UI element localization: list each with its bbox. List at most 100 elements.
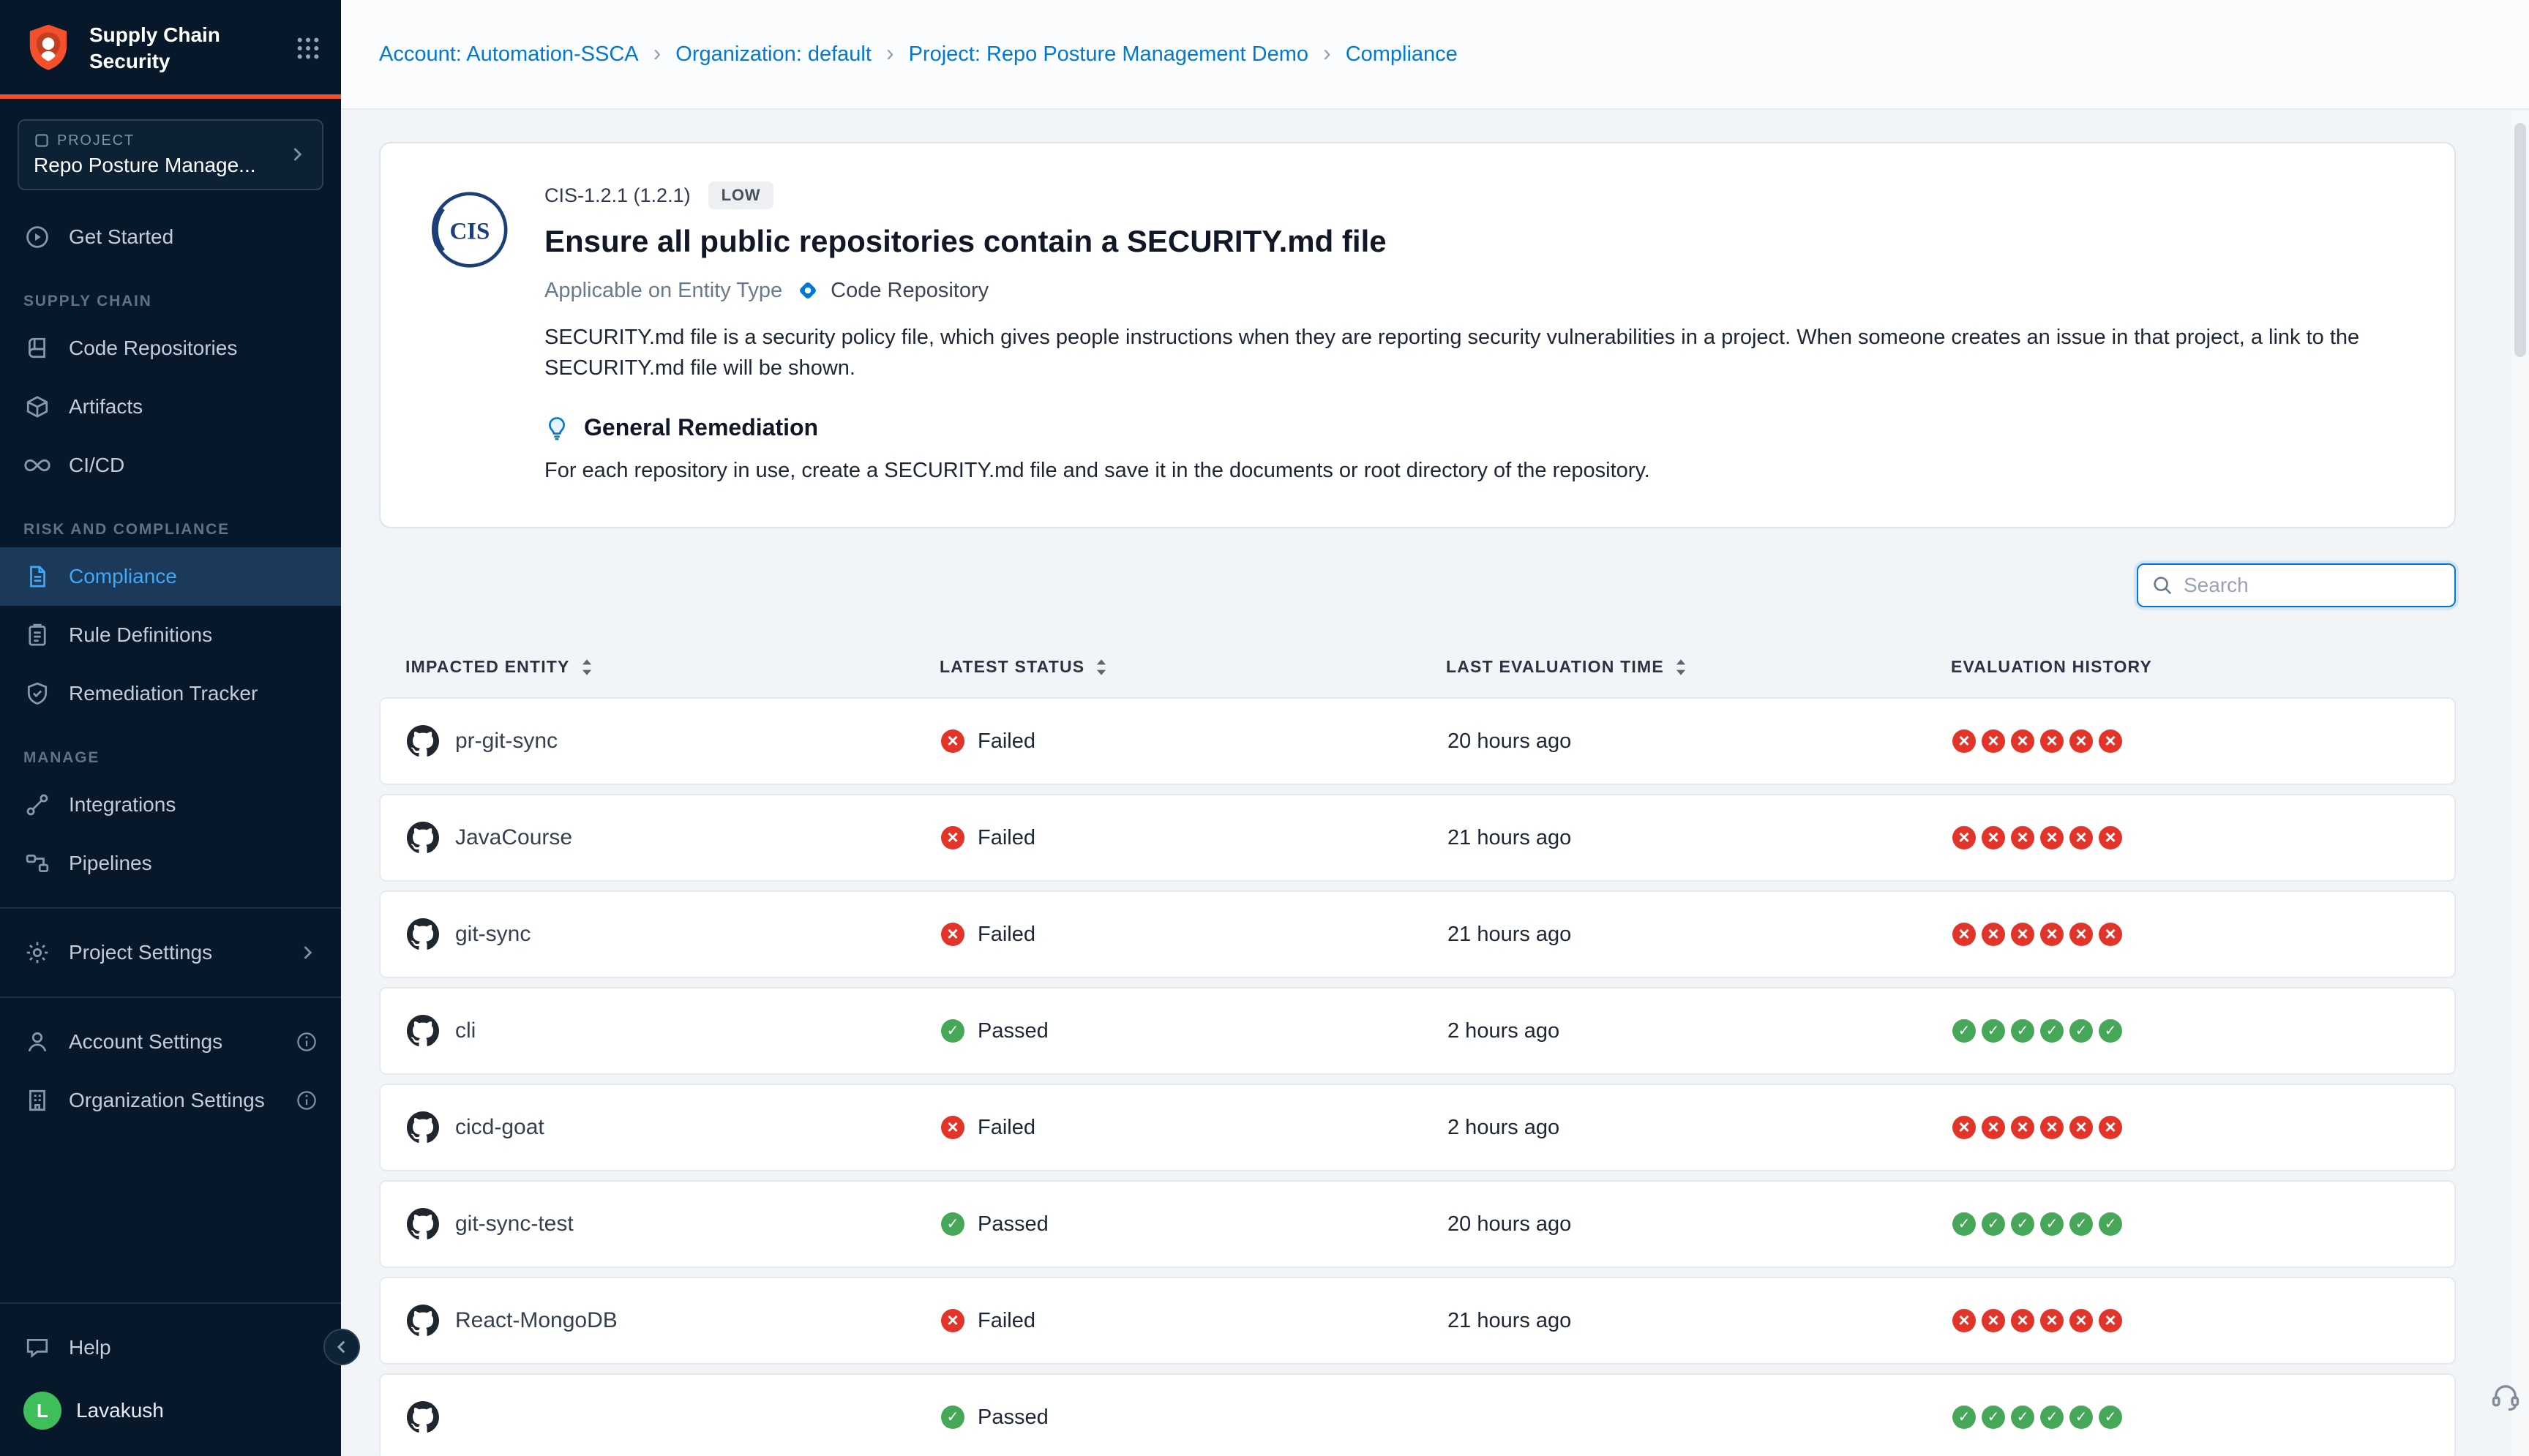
entity-cell[interactable]: cli bbox=[407, 1015, 941, 1047]
entity-cell[interactable]: cicd-goat bbox=[407, 1111, 941, 1144]
sort-icon[interactable] bbox=[580, 658, 593, 677]
module-switcher-icon[interactable] bbox=[296, 36, 321, 61]
sidebar-item-artifacts[interactable]: Artifacts bbox=[0, 378, 341, 436]
remediation-tracker-icon bbox=[23, 680, 51, 708]
entity-name: cicd-goat bbox=[455, 1115, 544, 1140]
fail-icon bbox=[2011, 1309, 2034, 1332]
column-header-last-evaluation-time[interactable]: LAST EVALUATION TIME bbox=[1446, 657, 1951, 677]
fail-icon bbox=[1952, 826, 1976, 849]
sidebar-item-label: Rule Definitions bbox=[69, 623, 212, 647]
evaluation-history bbox=[1952, 729, 2454, 753]
support-icon[interactable] bbox=[2489, 1380, 2522, 1418]
nav-section-supply-chain: SUPPLY CHAIN bbox=[23, 293, 318, 310]
sidebar-divider bbox=[0, 997, 341, 998]
nav-section-risk-and-compliance: RISK AND COMPLIANCE bbox=[23, 521, 318, 539]
fail-icon bbox=[2069, 923, 2093, 946]
pass-icon bbox=[2040, 1406, 2064, 1429]
entity-name: git-sync-test bbox=[455, 1212, 574, 1237]
entity-cell[interactable]: git-sync-test bbox=[407, 1208, 941, 1240]
breadcrumb-separator: › bbox=[1323, 41, 1331, 67]
sidebar-item-project-settings[interactable]: Project Settings bbox=[0, 923, 341, 982]
severity-badge: LOW bbox=[708, 181, 774, 209]
breadcrumb-separator: › bbox=[653, 41, 662, 67]
table-row[interactable]: JavaCourse Failed 21 hours ago bbox=[379, 794, 2456, 882]
sidebar-item-account-settings[interactable]: Account Settings bbox=[0, 1013, 341, 1071]
sort-icon[interactable] bbox=[1095, 658, 1108, 677]
app-title: Supply Chain Security bbox=[89, 22, 281, 75]
evaluation-time: 20 hours ago bbox=[1447, 1212, 1952, 1237]
project-info: PROJECT Repo Posture Manage... bbox=[34, 132, 287, 177]
evaluation-history bbox=[1952, 1019, 2454, 1043]
table-row[interactable]: git-sync Failed 21 hours ago bbox=[379, 890, 2456, 978]
breadcrumb-project[interactable]: Project: Repo Posture Management Demo bbox=[909, 42, 1308, 67]
fail-icon bbox=[2099, 1116, 2122, 1139]
sidebar-item-help[interactable]: Help bbox=[0, 1318, 341, 1377]
user-menu[interactable]: L Lavakush bbox=[0, 1377, 341, 1447]
evaluation-history bbox=[1952, 826, 2454, 849]
table-row[interactable]: React-MongoDB Failed 21 hours ago bbox=[379, 1277, 2456, 1365]
status-cell: Failed bbox=[941, 1116, 1447, 1140]
table-row[interactable]: cli Passed 2 hours ago bbox=[379, 987, 2456, 1075]
status-label: Failed bbox=[978, 729, 1035, 754]
sidebar-item-integrations[interactable]: Integrations bbox=[0, 776, 341, 834]
rule-description: SECURITY.md file is a security policy fi… bbox=[544, 322, 2410, 383]
info-icon[interactable] bbox=[296, 1031, 318, 1053]
status-icon bbox=[941, 826, 964, 849]
pass-icon bbox=[2040, 1019, 2064, 1043]
sidebar-item-label: Get Started bbox=[69, 225, 173, 249]
fail-icon bbox=[1982, 923, 2005, 946]
sidebar-item-compliance[interactable]: Compliance bbox=[0, 547, 341, 606]
table-row[interactable]: pr-git-sync Failed 20 hours ago bbox=[379, 697, 2456, 785]
sidebar: Supply Chain Security PROJECT Repo Postu… bbox=[0, 0, 341, 1456]
search-box[interactable] bbox=[2137, 563, 2456, 607]
entity-type-link[interactable]: Code Repository bbox=[795, 278, 989, 303]
page-content: CIS CIS-1.2.1 (1.2.1) LOW Ensure all pub… bbox=[341, 110, 2529, 1456]
sidebar-item-code-repositories[interactable]: Code Repositories bbox=[0, 319, 341, 378]
github-icon bbox=[407, 1015, 439, 1047]
pass-icon bbox=[2069, 1019, 2093, 1043]
table-row[interactable]: git-sync-test Passed 20 hours ago bbox=[379, 1180, 2456, 1268]
sidebar-item-pipelines[interactable]: Pipelines bbox=[0, 834, 341, 893]
sidebar-item-label: Code Repositories bbox=[69, 337, 237, 360]
pass-icon bbox=[1982, 1406, 2005, 1429]
entity-cell[interactable]: JavaCourse bbox=[407, 822, 941, 854]
column-header-latest-status[interactable]: LATEST STATUS bbox=[940, 657, 1446, 677]
search-input[interactable] bbox=[2184, 574, 2441, 597]
scrollbar-thumb[interactable] bbox=[2514, 123, 2526, 357]
status-label: Failed bbox=[978, 1309, 1035, 1333]
sidebar-item-rule-definitions[interactable]: Rule Definitions bbox=[0, 606, 341, 664]
artifacts-icon bbox=[23, 393, 51, 421]
sidebar-item-cicd[interactable]: CI/CD bbox=[0, 436, 341, 495]
entity-cell[interactable]: pr-git-sync bbox=[407, 725, 941, 757]
sidebar-item-remediation-tracker[interactable]: Remediation Tracker bbox=[0, 664, 341, 723]
search-icon bbox=[2151, 574, 2173, 596]
status-label: Passed bbox=[978, 1212, 1049, 1237]
info-icon[interactable] bbox=[296, 1089, 318, 1111]
chevron-right-icon bbox=[297, 942, 318, 963]
breadcrumb-compliance[interactable]: Compliance bbox=[1346, 42, 1458, 67]
table-row[interactable]: cicd-goat Failed 2 hours ago bbox=[379, 1084, 2456, 1171]
column-header-impacted-entity[interactable]: IMPACTED ENTITY bbox=[405, 657, 940, 677]
gear-icon bbox=[23, 939, 51, 967]
entity-cell[interactable] bbox=[407, 1401, 941, 1433]
entity-cell[interactable]: React-MongoDB bbox=[407, 1305, 941, 1337]
pass-icon bbox=[2011, 1212, 2034, 1236]
table-row[interactable]: Passed bbox=[379, 1373, 2456, 1456]
pass-icon bbox=[1982, 1212, 2005, 1236]
project-selector[interactable]: PROJECT Repo Posture Manage... bbox=[18, 119, 323, 190]
sort-icon[interactable] bbox=[1674, 658, 1687, 677]
sidebar-item-get-started[interactable]: Get Started bbox=[0, 208, 341, 266]
sidebar-item-organization-settings[interactable]: Organization Settings bbox=[0, 1071, 341, 1130]
breadcrumb: Account: Automation-SSCA › Organization:… bbox=[341, 0, 2529, 110]
rule-body: CIS-1.2.1 (1.2.1) LOW Ensure all public … bbox=[544, 181, 2410, 483]
fail-icon bbox=[1982, 826, 2005, 849]
entity-cell[interactable]: git-sync bbox=[407, 918, 941, 950]
sidebar-collapse-handle[interactable] bbox=[323, 1329, 360, 1365]
breadcrumb-account[interactable]: Account: Automation-SSCA bbox=[379, 42, 639, 67]
vertical-scrollbar[interactable] bbox=[2511, 111, 2529, 1456]
pass-icon bbox=[1952, 1212, 1976, 1236]
supply-chain-security-logo bbox=[22, 22, 75, 75]
sidebar-item-label: Account Settings bbox=[69, 1030, 222, 1054]
rule-code: CIS-1.2.1 (1.2.1) bbox=[544, 184, 691, 207]
breadcrumb-organization[interactable]: Organization: default bbox=[675, 42, 872, 67]
